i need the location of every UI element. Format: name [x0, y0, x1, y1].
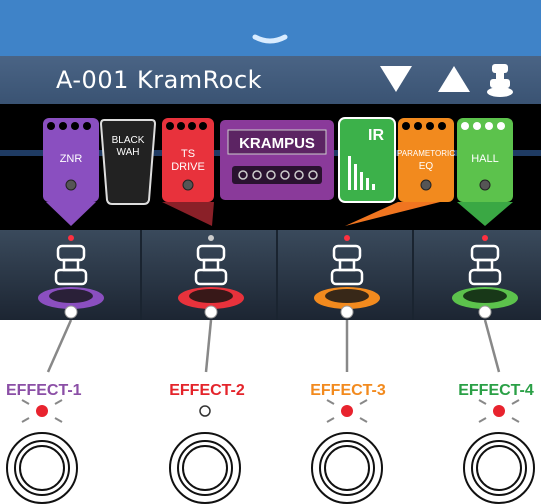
triangle-up-icon[interactable]: [438, 66, 470, 92]
effect-name-znr: ZNR: [60, 153, 83, 165]
effect-pedal-ts-drive[interactable]: TS DRIVE: [162, 118, 214, 202]
svg-text:DRIVE: DRIVE: [171, 161, 205, 173]
svg-text:IR: IR: [368, 127, 384, 144]
svg-text:PARAMETORIC: PARAMETORIC: [397, 149, 455, 158]
footswitch-icon-2[interactable]: [178, 235, 244, 319]
led-4: [493, 405, 505, 417]
effect-pedal-black-wah[interactable]: BLACK WAH: [99, 119, 157, 205]
footswitch-icon-3[interactable]: [314, 235, 380, 319]
effect-pedal-parametoric-eq[interactable]: PARAMETORIC EQ: [397, 118, 455, 202]
svg-text:EQ: EQ: [419, 161, 434, 172]
effect-pedal-ir[interactable]: IR: [338, 117, 396, 203]
svg-text:KRAMPUS: KRAMPUS: [239, 135, 315, 152]
effect-chain: ZNR BLACK WAH TS DRIVE KRAMPUS IR PARAME…: [0, 104, 541, 230]
svg-text:TS: TS: [181, 148, 195, 160]
footswitch-icon-1[interactable]: [38, 235, 104, 319]
physical-footswitch-4[interactable]: [463, 432, 535, 504]
footswitch-row: [0, 230, 541, 320]
led-3: [341, 405, 353, 417]
effect-2-label: EFFECT-2: [169, 382, 245, 399]
effect-3-label: EFFECT-3: [310, 382, 386, 399]
footswitch-icon[interactable]: [487, 64, 513, 97]
svg-text:BLACK: BLACK: [112, 135, 145, 146]
led-1: [36, 405, 48, 417]
hardware-diagram: [6, 320, 535, 504]
svg-text:HALL: HALL: [471, 153, 499, 165]
svg-text:WAH: WAH: [117, 147, 140, 158]
top-bar: [0, 0, 541, 56]
triangle-down-icon[interactable]: [380, 66, 412, 92]
physical-footswitch-1[interactable]: [6, 432, 78, 504]
chevron-down-icon[interactable]: [252, 34, 288, 44]
physical-footswitch-2[interactable]: [169, 432, 241, 504]
physical-footswitch-3[interactable]: [311, 432, 383, 504]
effect-4-label: EFFECT-4: [458, 382, 534, 399]
effect-pedal-krampus[interactable]: KRAMPUS: [220, 120, 334, 200]
led-2: [199, 405, 211, 417]
effect-1-label: EFFECT-1: [6, 382, 82, 399]
effect-pedal-znr[interactable]: ZNR: [43, 118, 99, 202]
effect-pedal-hall[interactable]: HALL: [457, 118, 513, 202]
footswitch-icon-4[interactable]: [452, 235, 518, 319]
